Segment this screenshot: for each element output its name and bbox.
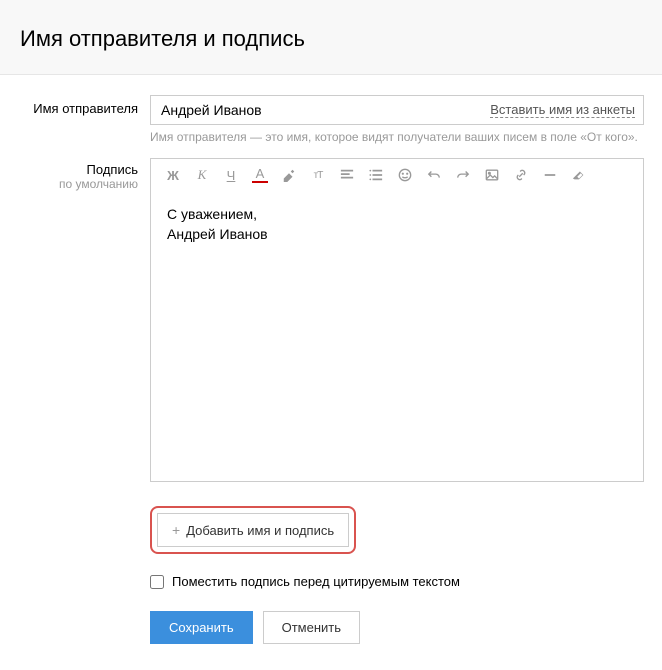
place-before-quote-checkbox[interactable]	[150, 575, 164, 589]
signature-row: Подпись по умолчанию Ж К Ч A тТ	[0, 156, 644, 644]
sender-name-hint: Имя отправителя — это имя, которое видят…	[150, 130, 644, 144]
underline-icon[interactable]: Ч	[223, 167, 239, 183]
insert-name-link[interactable]: Вставить имя из анкеты	[490, 102, 635, 119]
sender-name-label: Имя отправителя	[0, 95, 150, 144]
clear-format-icon[interactable]	[571, 167, 587, 183]
italic-icon[interactable]: К	[194, 167, 210, 183]
redo-icon[interactable]	[455, 167, 471, 183]
sender-name-input[interactable]	[151, 96, 490, 124]
bg-color-icon[interactable]	[281, 167, 297, 183]
place-before-quote-label: Поместить подпись перед цитируемым текст…	[172, 574, 460, 589]
image-icon[interactable]	[484, 167, 500, 183]
emoji-icon[interactable]	[397, 167, 413, 183]
sender-name-input-wrap: Вставить имя из анкеты	[150, 95, 644, 125]
text-color-icon[interactable]: A	[252, 167, 268, 183]
plus-icon: +	[172, 522, 180, 538]
editor-toolbar: Ж К Ч A тТ	[151, 159, 643, 191]
link-icon[interactable]	[513, 167, 529, 183]
list-icon[interactable]	[368, 167, 384, 183]
action-buttons: Сохранить Отменить	[150, 611, 644, 644]
place-before-quote-row[interactable]: Поместить подпись перед цитируемым текст…	[150, 574, 644, 589]
undo-icon[interactable]	[426, 167, 442, 183]
signature-label: Подпись по умолчанию	[0, 156, 150, 644]
align-icon[interactable]	[339, 167, 355, 183]
page-header: Имя отправителя и подпись	[0, 0, 662, 75]
signature-editor: Ж К Ч A тТ	[150, 158, 644, 482]
cancel-button[interactable]: Отменить	[263, 611, 360, 644]
font-size-icon[interactable]: тТ	[310, 167, 326, 183]
page-title: Имя отправителя и подпись	[20, 26, 642, 52]
hr-icon[interactable]	[542, 167, 558, 183]
add-name-signature-button[interactable]: + Добавить имя и подпись	[157, 513, 349, 547]
signature-textarea[interactable]: С уважением, Андрей Иванов	[151, 191, 643, 481]
save-button[interactable]: Сохранить	[150, 611, 253, 644]
sender-name-row: Имя отправителя Вставить имя из анкеты И…	[0, 95, 644, 144]
content: Имя отправителя Вставить имя из анкеты И…	[0, 75, 662, 670]
add-button-highlight: + Добавить имя и подпись	[150, 506, 356, 554]
bold-icon[interactable]: Ж	[165, 167, 181, 183]
